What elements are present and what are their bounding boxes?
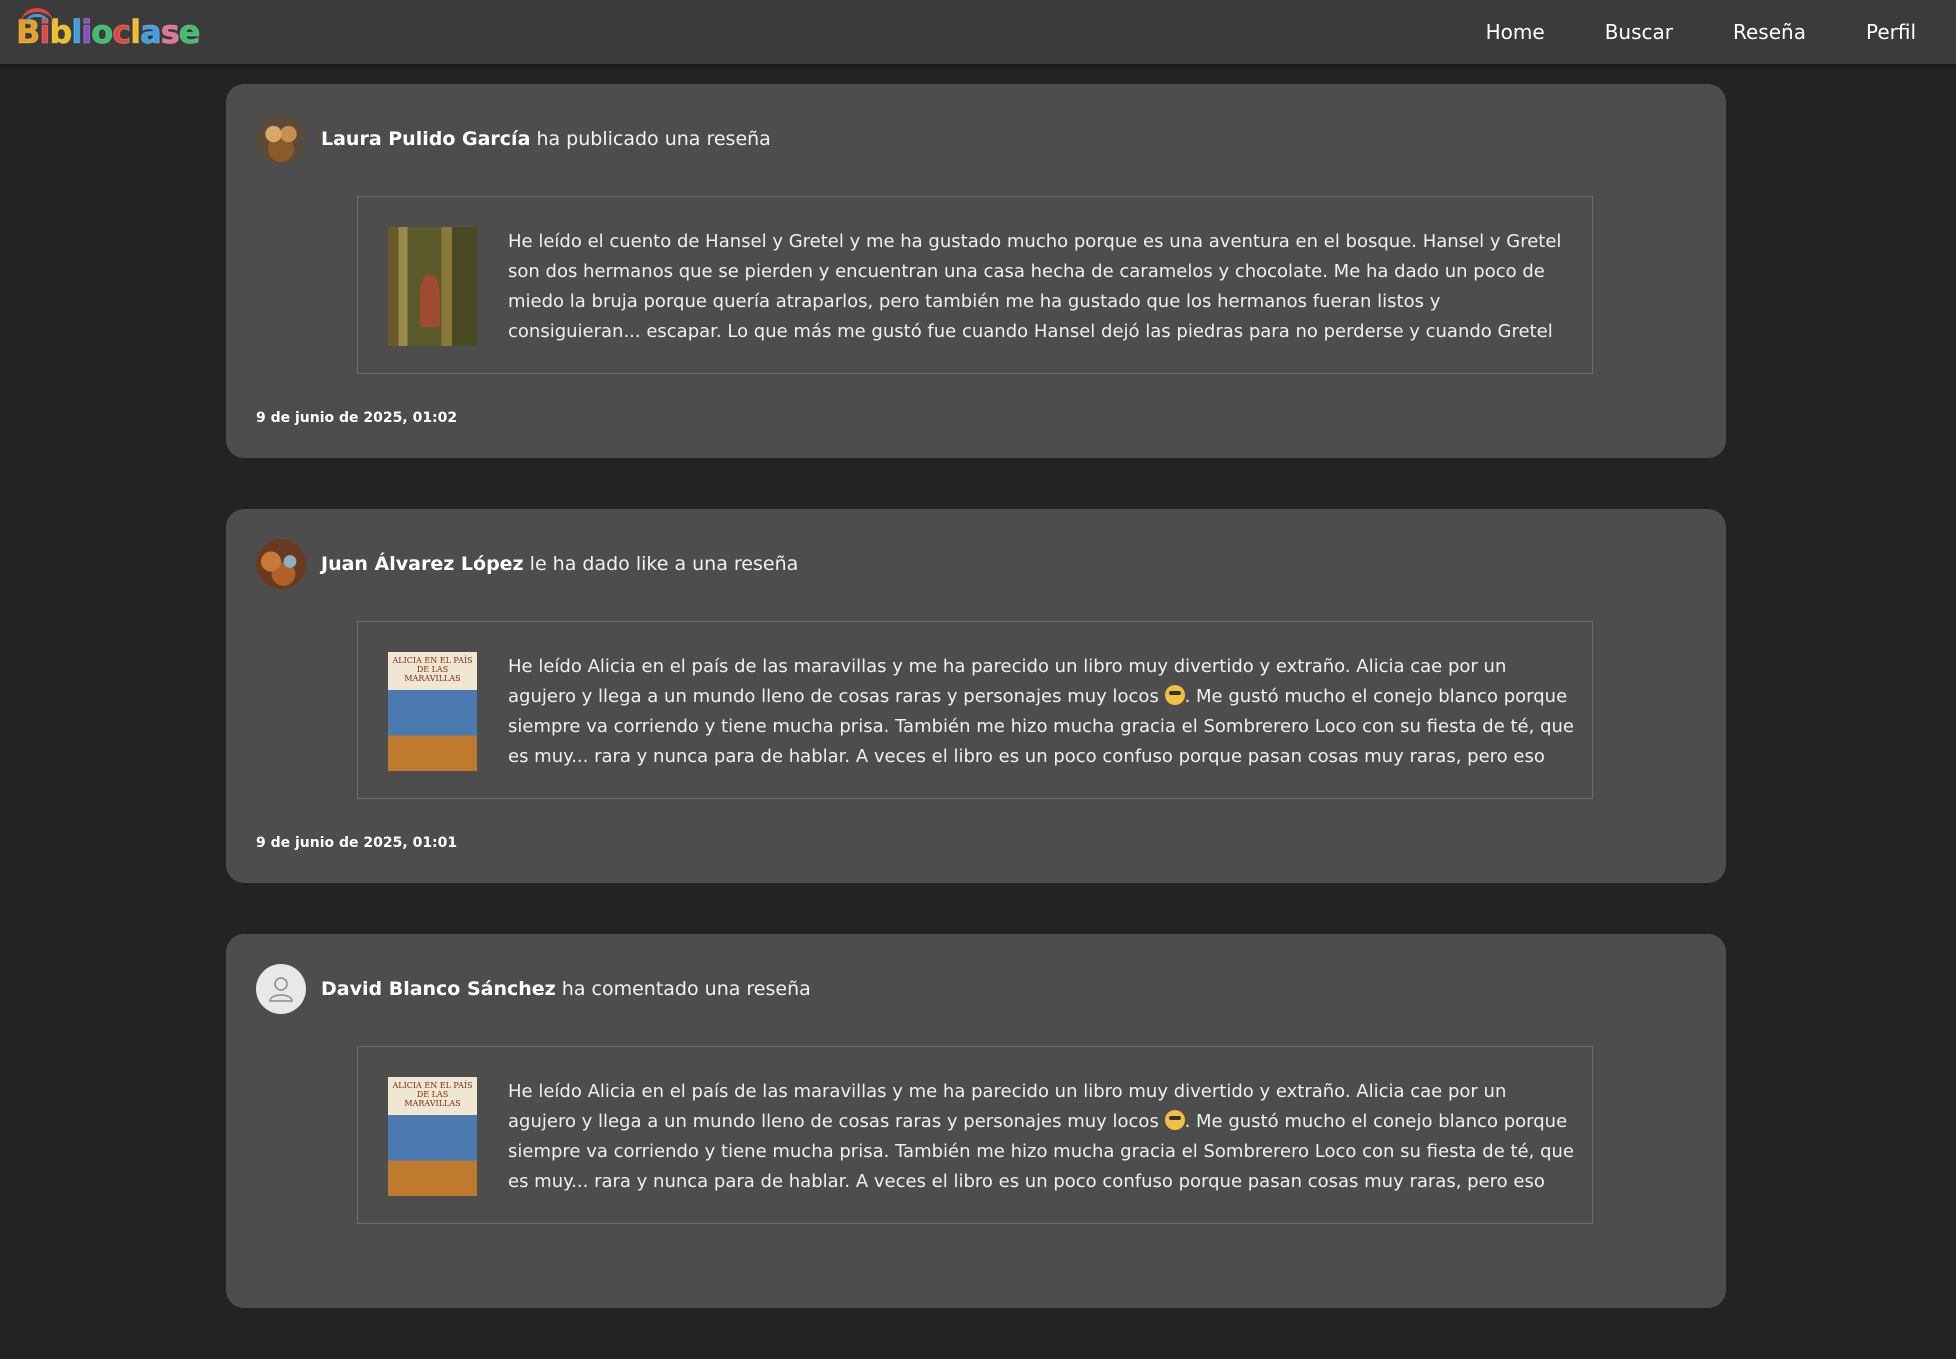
activity-card: Laura Pulido García ha publicado una res… (226, 84, 1726, 458)
review-preview[interactable]: He leído el cuento de Hansel y Gretel y … (357, 196, 1593, 374)
review-preview[interactable]: ALICIA EN EL PAÍS DE LAS MARAVILLAS He l… (357, 1046, 1593, 1224)
activity-text: Juan Álvarez López le ha dado like a una… (321, 553, 798, 575)
nav-perfil[interactable]: Perfil (1866, 20, 1916, 44)
nav-resena[interactable]: Reseña (1733, 20, 1806, 44)
activity-header: David Blanco Sánchez ha comentado una re… (256, 964, 811, 1014)
book-cover-image[interactable] (388, 227, 477, 346)
user-name[interactable]: Juan Álvarez López (321, 553, 524, 575)
activity-text: David Blanco Sánchez ha comentado una re… (321, 978, 811, 1000)
top-navbar: Biblioclase Home Buscar Reseña Perfil (0, 0, 1956, 64)
book-cover-image[interactable]: ALICIA EN EL PAÍS DE LAS MARAVILLAS (388, 652, 477, 771)
sunglasses-emoji-icon (1164, 1110, 1185, 1130)
activity-text: Laura Pulido García ha publicado una res… (321, 128, 771, 150)
user-name[interactable]: Laura Pulido García (321, 128, 530, 150)
nav-home[interactable]: Home (1486, 20, 1545, 44)
user-silhouette-icon (269, 977, 293, 1002)
review-text: He leído el cuento de Hansel y Gretel y … (508, 231, 1562, 342)
user-avatar[interactable] (256, 114, 306, 164)
activity-card: Juan Álvarez López le ha dado like a una… (226, 509, 1726, 883)
user-avatar[interactable] (256, 539, 306, 589)
book-cover-title: ALICIA EN EL PAÍS DE LAS MARAVILLAS (392, 1081, 473, 1108)
activity-action: ha comentado una reseña (561, 978, 811, 1000)
book-cover-title: ALICIA EN EL PAÍS DE LAS MARAVILLAS (392, 656, 473, 683)
sunglasses-emoji-icon (1164, 685, 1185, 705)
review-preview[interactable]: ALICIA EN EL PAÍS DE LAS MARAVILLAS He l… (357, 621, 1593, 799)
nav-buscar[interactable]: Buscar (1605, 20, 1673, 44)
book-cover-image[interactable]: ALICIA EN EL PAÍS DE LAS MARAVILLAS (388, 1077, 477, 1196)
activity-date: 9 de junio de 2025, 01:02 (256, 410, 458, 426)
activity-card: David Blanco Sánchez ha comentado una re… (226, 934, 1726, 1308)
activity-header: Laura Pulido García ha publicado una res… (256, 114, 771, 164)
user-name[interactable]: David Blanco Sánchez (321, 978, 556, 1000)
activity-header: Juan Álvarez López le ha dado like a una… (256, 539, 798, 589)
review-text: He leído Alicia en el país de las maravi… (508, 1077, 1578, 1197)
activity-date: 9 de junio de 2025, 01:01 (256, 835, 458, 851)
default-user-avatar-icon[interactable] (256, 964, 306, 1014)
activity-feed: Laura Pulido García ha publicado una res… (226, 84, 1726, 1359)
main-nav: Home Buscar Reseña Perfil (1486, 0, 1956, 64)
activity-action: ha publicado una reseña (536, 128, 771, 150)
review-text: He leído Alicia en el país de las maravi… (508, 652, 1578, 772)
activity-action: le ha dado like a una reseña (529, 553, 799, 575)
biblioclase-logo[interactable]: Biblioclase (15, 8, 201, 54)
